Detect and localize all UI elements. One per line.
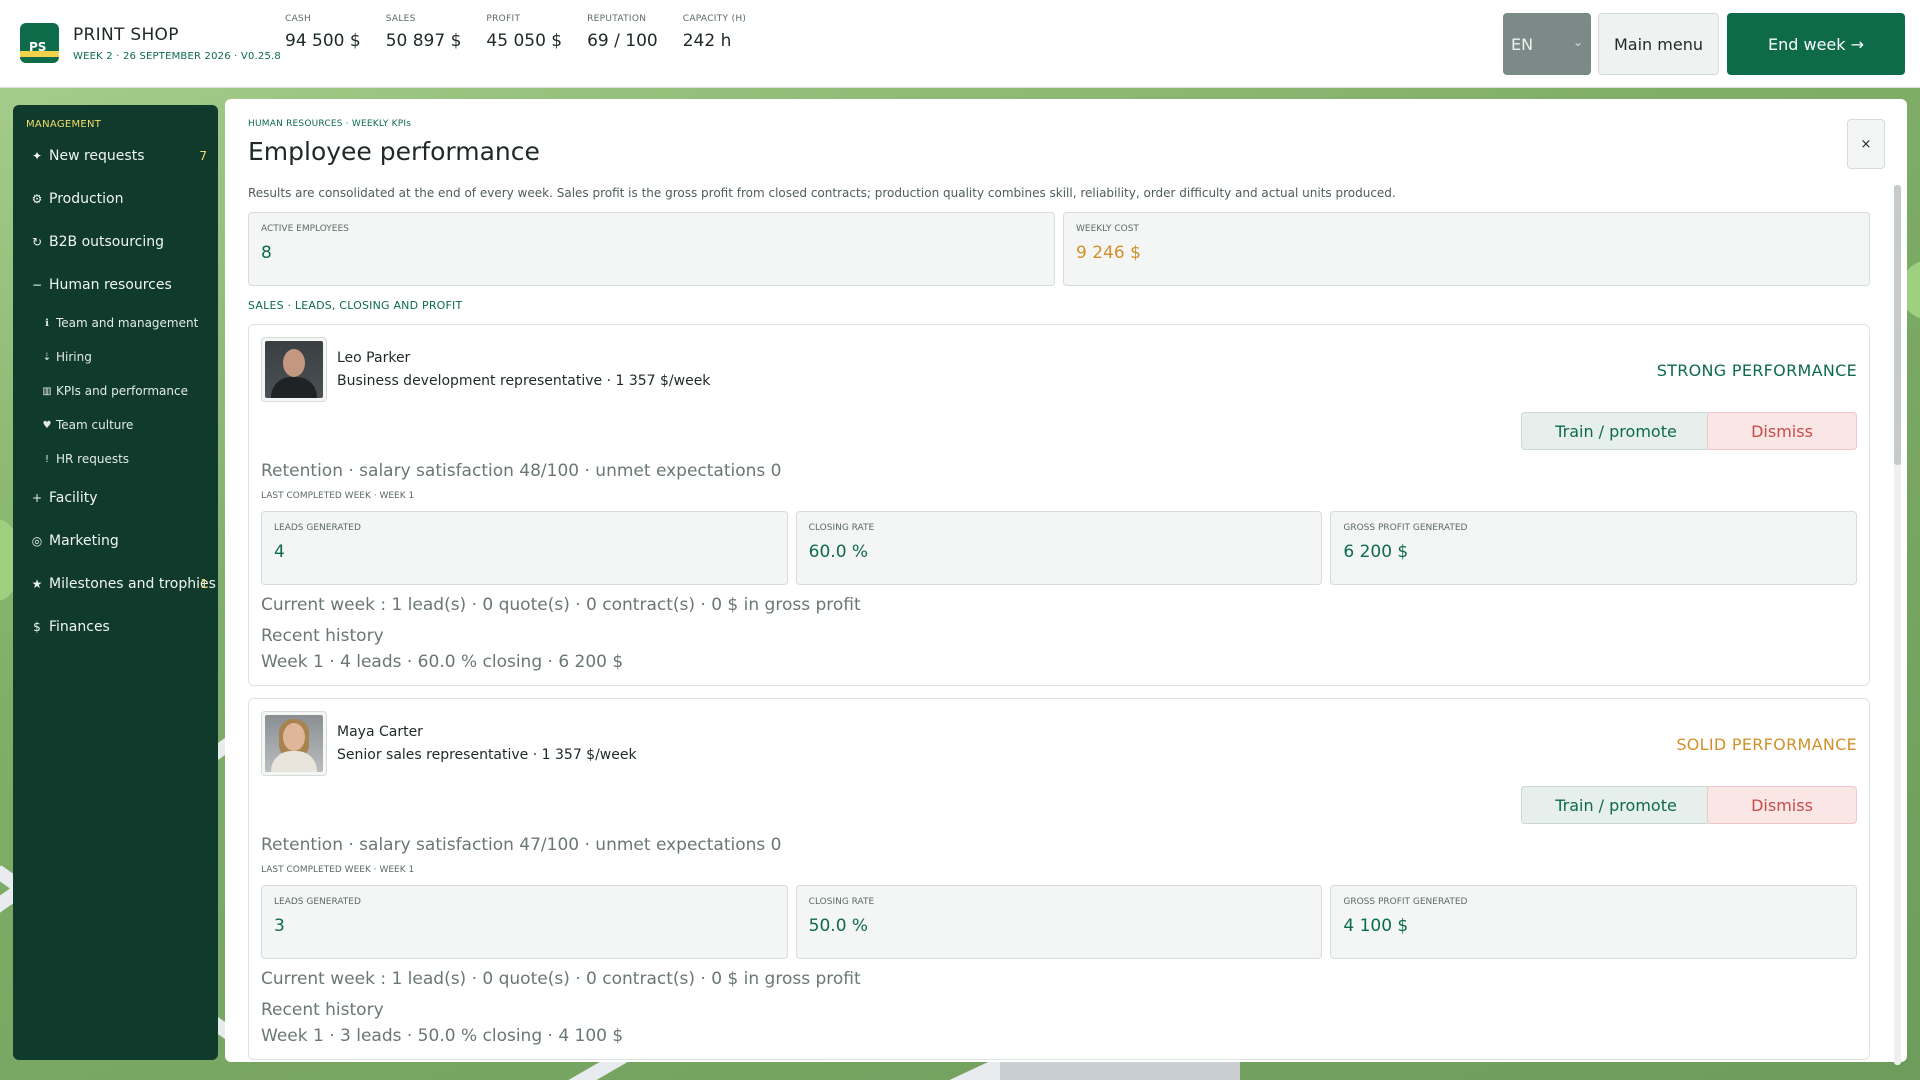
- sparkle-icon: ✦: [31, 148, 43, 163]
- plus-icon: +: [31, 490, 43, 505]
- employee-card: Maya Carter Senior sales representative …: [248, 698, 1870, 1060]
- page-title: Employee performance: [248, 137, 540, 166]
- sidebar-item-human-resources[interactable]: − Human resources: [13, 263, 218, 306]
- count-badge: 1: [200, 576, 208, 591]
- hiring-icon: ⇣: [42, 351, 52, 363]
- info-icon: ℹ: [45, 317, 49, 329]
- sidebar-item-production[interactable]: ⚙ Production: [13, 177, 218, 220]
- metric-leads: LEADS GENERATED 3: [261, 885, 788, 959]
- alert-icon: !: [44, 453, 49, 465]
- stat-capacity: CAPACITY (H) 242 h: [682, 14, 747, 51]
- dismiss-button[interactable]: Dismiss: [1707, 786, 1857, 824]
- sidebar-section-title: MANAGEMENT: [26, 119, 102, 130]
- sidebar: MANAGEMENT ✦ New requests 7 ⚙ Production…: [13, 105, 218, 1060]
- breadcrumb: HUMAN RESOURCES · WEEKLY KPIs: [248, 119, 412, 129]
- end-week-button[interactable]: End week →: [1727, 13, 1905, 75]
- active-employees-box: ACTIVE EMPLOYEES 8: [248, 212, 1055, 286]
- current-week-text: Current week : 1 lead(s) · 0 quote(s) · …: [261, 969, 861, 989]
- employee-card: Leo Parker Business development represen…: [248, 324, 1870, 686]
- app-subtitle: WEEK 2 · 26 SEPTEMBER 2026 · V0.25.8: [73, 51, 281, 62]
- top-bar: PS PRINT SHOP WEEK 2 · 26 SEPTEMBER 2026…: [0, 0, 1920, 88]
- app-logo: PS: [20, 23, 59, 63]
- metric-leads: LEADS GENERATED 4: [261, 511, 788, 585]
- employee-role: Business development representative · 1 …: [337, 373, 711, 389]
- stats-bar: CASH 94 500 $ SALES 50 897 $ PROFIT 45 0…: [285, 14, 771, 51]
- sidebar-subitem-team-and-management[interactable]: ℹ Team and management: [13, 306, 218, 340]
- current-week-text: Current week : 1 lead(s) · 0 quote(s) · …: [261, 595, 861, 615]
- chart-icon: ▥: [42, 385, 52, 397]
- target-icon: ◎: [31, 533, 43, 548]
- train-promote-button[interactable]: Train / promote: [1521, 412, 1711, 450]
- sidebar-item-finances[interactable]: $ Finances: [13, 605, 218, 648]
- dismiss-button[interactable]: Dismiss: [1707, 412, 1857, 450]
- performance-badge: STRONG PERFORMANCE: [1656, 361, 1857, 380]
- sidebar-subitem-hr-requests[interactable]: ! HR requests: [13, 442, 218, 476]
- stat-reputation: REPUTATION 69 / 100: [587, 14, 658, 51]
- last-week-label: LAST COMPLETED WEEK · WEEK 1: [261, 491, 415, 501]
- gear-icon: ⚙: [31, 191, 43, 206]
- dollar-icon: $: [33, 619, 41, 634]
- retention-text: Retention · salary satisfaction 47/100 ·…: [261, 835, 782, 855]
- star-icon: ★: [31, 576, 43, 591]
- sidebar-item-new-requests[interactable]: ✦ New requests 7: [13, 134, 218, 177]
- sidebar-item-marketing[interactable]: ◎ Marketing: [13, 519, 218, 562]
- heart-icon: ♥: [42, 419, 52, 431]
- metric-gross-profit: GROSS PROFIT GENERATED 4 100 $: [1330, 885, 1858, 959]
- metric-closing-rate: CLOSING RATE 60.0 %: [795, 511, 1323, 585]
- metrics-row: LEADS GENERATED 3 CLOSING RATE 50.0 % GR…: [261, 885, 1858, 959]
- language-select[interactable]: EN ⌄: [1503, 13, 1591, 75]
- history-line: Week 1 · 4 leads · 60.0 % closing · 6 20…: [261, 652, 624, 672]
- train-promote-button[interactable]: Train / promote: [1521, 786, 1711, 824]
- stat-profit: PROFIT 45 050 $: [486, 14, 563, 51]
- retention-text: Retention · salary satisfaction 48/100 ·…: [261, 461, 782, 481]
- collapse-icon: −: [31, 277, 43, 292]
- summary-row: ACTIVE EMPLOYEES 8 WEEKLY COST 9 246 $: [248, 212, 1870, 286]
- weekly-cost-box: WEEKLY COST 9 246 $: [1063, 212, 1870, 286]
- history-line: Week 1 · 3 leads · 50.0 % closing · 4 10…: [261, 1026, 624, 1046]
- employee-name: Leo Parker: [337, 350, 411, 366]
- avatar: [261, 337, 327, 402]
- section-title: SALES · LEADS, CLOSING AND PROFIT: [248, 299, 463, 312]
- metric-closing-rate: CLOSING RATE 50.0 %: [795, 885, 1323, 959]
- scrollbar-thumb[interactable]: [1894, 185, 1901, 465]
- panel-description: Results are consolidated at the end of e…: [248, 186, 1396, 200]
- language-value: EN: [1511, 34, 1534, 54]
- metrics-row: LEADS GENERATED 4 CLOSING RATE 60.0 % GR…: [261, 511, 1858, 585]
- employee-performance-panel: HUMAN RESOURCES · WEEKLY KPIs Employee p…: [225, 99, 1907, 1062]
- chevron-down-icon: ⌄: [1572, 35, 1583, 49]
- sidebar-subitem-hiring[interactable]: ⇣ Hiring: [13, 340, 218, 374]
- refresh-icon: ↻: [31, 234, 43, 249]
- last-week-label: LAST COMPLETED WEEK · WEEK 1: [261, 865, 415, 875]
- close-button[interactable]: ×: [1847, 119, 1885, 169]
- sidebar-item-b2b-outsourcing[interactable]: ↻ B2B outsourcing: [13, 220, 218, 263]
- employee-name: Maya Carter: [337, 724, 423, 740]
- sidebar-subitem-kpis[interactable]: ▥ KPIs and performance: [13, 374, 218, 408]
- sidebar-item-facility[interactable]: + Facility: [13, 476, 218, 519]
- history-title: Recent history: [261, 1000, 384, 1020]
- performance-badge: SOLID PERFORMANCE: [1676, 735, 1857, 754]
- history-title: Recent history: [261, 626, 384, 646]
- app-name: PRINT SHOP: [73, 25, 179, 45]
- employee-role: Senior sales representative · 1 357 $/we…: [337, 747, 637, 763]
- panel-scrollbar[interactable]: [1894, 185, 1901, 1065]
- stat-sales: SALES 50 897 $: [385, 14, 462, 51]
- avatar: [261, 711, 327, 776]
- sidebar-item-milestones[interactable]: ★ Milestones and trophies 1: [13, 562, 218, 605]
- count-badge: 7: [199, 148, 207, 163]
- main-menu-button[interactable]: Main menu: [1598, 13, 1719, 75]
- sidebar-subitem-team-culture[interactable]: ♥ Team culture: [13, 408, 218, 442]
- app-brand: PRINT SHOP WEEK 2 · 26 SEPTEMBER 2026 · …: [73, 25, 281, 62]
- stat-cash: CASH 94 500 $: [285, 14, 361, 51]
- metric-gross-profit: GROSS PROFIT GENERATED 6 200 $: [1330, 511, 1858, 585]
